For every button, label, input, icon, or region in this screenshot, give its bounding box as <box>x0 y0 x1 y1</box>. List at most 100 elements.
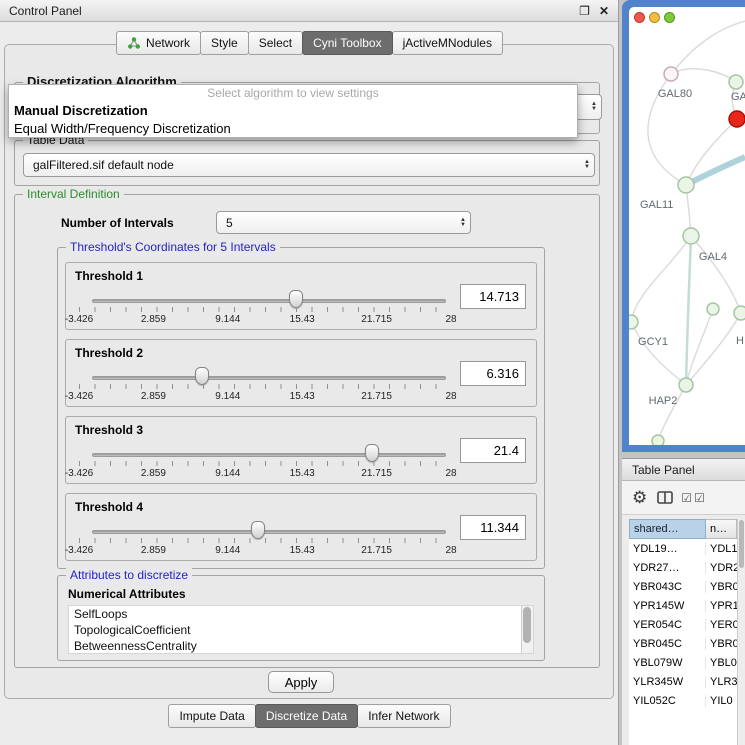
node-gal80[interactable] <box>664 67 678 81</box>
slider-thumb[interactable] <box>251 521 265 539</box>
select-column-checkbox-icon[interactable]: ☑ <box>694 492 705 504</box>
list-item[interactable]: SelfLoops <box>69 606 533 622</box>
cell[interactable]: YDL1 <box>706 543 737 555</box>
threshold-4-label: Threshold 4 <box>75 500 143 514</box>
cell[interactable]: YBR0 <box>706 638 737 650</box>
threshold-1-slider[interactable]: -3.426 2.859 9.144 15.43 21.715 28 <box>92 289 446 327</box>
slider-thumb[interactable] <box>365 444 379 462</box>
node-bottom[interactable] <box>652 435 664 445</box>
slider-track[interactable] <box>92 299 446 303</box>
slider-track[interactable] <box>92 376 446 380</box>
tab-discretize-data[interactable]: Discretize Data <box>255 704 358 728</box>
threshold-3-slider[interactable]: -3.426 2.859 9.144 15.43 21.715 28 <box>92 443 446 481</box>
slider-track[interactable] <box>92 453 446 457</box>
table-row[interactable]: YBR043C YBR0 <box>629 577 737 596</box>
cell[interactable]: YIL052C <box>629 695 706 707</box>
tab-infer-network[interactable]: Infer Network <box>357 704 450 728</box>
cell[interactable]: YBR043C <box>629 581 706 593</box>
node-right-top[interactable] <box>729 75 743 89</box>
zoom-traffic-light[interactable] <box>664 12 675 23</box>
tab-impute-data[interactable]: Impute Data <box>168 704 255 728</box>
table-data-select[interactable]: galFiltered.sif default node ▲ ▼ <box>23 153 595 177</box>
network-canvas[interactable]: GAL80 GA GAL11 GAL4 GCY1 H HAP2 <box>629 7 745 445</box>
tab-cyni-toolbox[interactable]: Cyni Toolbox <box>302 31 392 55</box>
cell[interactable]: YLR3 <box>706 676 737 688</box>
float-icon[interactable]: ❐ <box>579 5 590 17</box>
table-row[interactable]: YER054C YER0 <box>629 615 737 634</box>
cell[interactable]: YLR345W <box>629 676 706 688</box>
edge <box>686 313 741 385</box>
slider-track[interactable] <box>92 530 446 534</box>
stepper-down-icon: ▼ <box>591 107 597 112</box>
slider-thumb[interactable] <box>289 290 303 308</box>
cell[interactable]: YBR045C <box>629 638 706 650</box>
list-item[interactable]: TopologicalCoefficient <box>69 622 533 638</box>
dropdown-option-equal-width[interactable]: Equal Width/Frequency Discretization <box>9 120 577 138</box>
table-body: YDL19… YDL1 YDR27… YDR2 YBR043C YBR0 YPR… <box>629 539 737 745</box>
cell[interactable]: YDL19… <box>629 543 706 555</box>
cell[interactable]: YDR2 <box>706 562 737 574</box>
window-title: Control Panel <box>9 4 82 18</box>
cell[interactable]: YER0 <box>706 619 737 631</box>
attributes-scrollbar[interactable] <box>521 606 533 653</box>
stepper-down-icon: ▼ <box>460 223 466 228</box>
cell[interactable]: YPR145W <box>629 600 706 612</box>
tab-jactivemnodules[interactable]: jActiveMNodules <box>392 31 503 55</box>
table-row[interactable]: YDL19… YDL1 <box>629 539 737 558</box>
tab-network[interactable]: Network <box>116 31 201 55</box>
threshold-4-slider[interactable]: -3.426 2.859 9.144 15.43 21.715 28 <box>92 520 446 558</box>
table-row[interactable]: YPR145W YPR1 <box>629 596 737 615</box>
node-mid[interactable] <box>707 303 719 315</box>
edge <box>686 157 745 185</box>
table-row[interactable]: YLR345W YLR3 <box>629 672 737 691</box>
scrollbar-thumb[interactable] <box>523 607 531 643</box>
dropdown-option-manual[interactable]: Manual Discretization <box>9 102 577 120</box>
apply-button[interactable]: Apply <box>268 671 334 693</box>
table-row[interactable]: YBR045C YBR0 <box>629 634 737 653</box>
table-row[interactable]: YBL079W YBL0 <box>629 653 737 672</box>
threshold-1-value[interactable]: 14.713 <box>460 284 526 309</box>
minimize-traffic-light[interactable] <box>649 12 660 23</box>
cell[interactable]: YIL0 <box>706 695 737 707</box>
close-traffic-light[interactable] <box>634 12 645 23</box>
tab-style[interactable]: Style <box>200 31 249 55</box>
tab-label: Impute Data <box>179 709 244 723</box>
num-intervals-select[interactable]: 5 ▲ ▼ <box>216 211 471 234</box>
table-panel-titlebar: Table Panel <box>622 459 745 481</box>
node-gal4[interactable] <box>683 228 699 244</box>
threshold-3-box: Threshold 3 -3.426 2.859 9.144 15.43 21.… <box>65 416 537 484</box>
cell[interactable]: YBL0 <box>706 657 737 669</box>
threshold-2-value[interactable]: 6.316 <box>460 361 526 386</box>
cell[interactable]: YER054C <box>629 619 706 631</box>
table-scrollbar[interactable] <box>737 519 745 745</box>
cell[interactable]: YPR1 <box>706 600 737 612</box>
table-header-row: shared… n… <box>629 519 737 539</box>
close-icon[interactable]: ✕ <box>599 5 609 17</box>
threshold-2-slider[interactable]: -3.426 2.859 9.144 15.43 21.715 28 <box>92 366 446 404</box>
node-gal11[interactable] <box>678 177 694 193</box>
columns-icon[interactable] <box>657 491 673 504</box>
list-item[interactable]: BetweennessCentrality <box>69 638 533 654</box>
edge <box>686 309 713 385</box>
cell[interactable]: YBL079W <box>629 657 706 669</box>
column-header-shared-name[interactable]: shared… <box>629 519 706 539</box>
table-row[interactable]: YDR27… YDR2 <box>629 558 737 577</box>
slider-ticks <box>79 307 451 312</box>
threshold-4-value[interactable]: 11.344 <box>460 515 526 540</box>
tab-select[interactable]: Select <box>248 31 303 55</box>
slider-scale: -3.426 2.859 9.144 15.43 21.715 28 <box>79 314 451 326</box>
node-gcy1[interactable] <box>629 315 638 329</box>
tab-label: Discretize Data <box>266 709 347 723</box>
node-right-mid[interactable] <box>734 306 745 320</box>
gear-icon[interactable]: ⚙ <box>632 489 647 506</box>
scrollbar-thumb[interactable] <box>739 520 744 568</box>
cell[interactable]: YBR0 <box>706 581 737 593</box>
threshold-3-value[interactable]: 21.4 <box>460 438 526 463</box>
slider-thumb[interactable] <box>195 367 209 385</box>
cell[interactable]: YDR27… <box>629 562 706 574</box>
select-all-checkbox-icon[interactable]: ☑ <box>681 492 692 504</box>
table-row[interactable]: YIL052C YIL0 <box>629 691 737 710</box>
node-red-selected[interactable] <box>729 111 745 127</box>
column-header-name[interactable]: n… <box>706 519 737 539</box>
node-hap2[interactable] <box>679 378 693 392</box>
